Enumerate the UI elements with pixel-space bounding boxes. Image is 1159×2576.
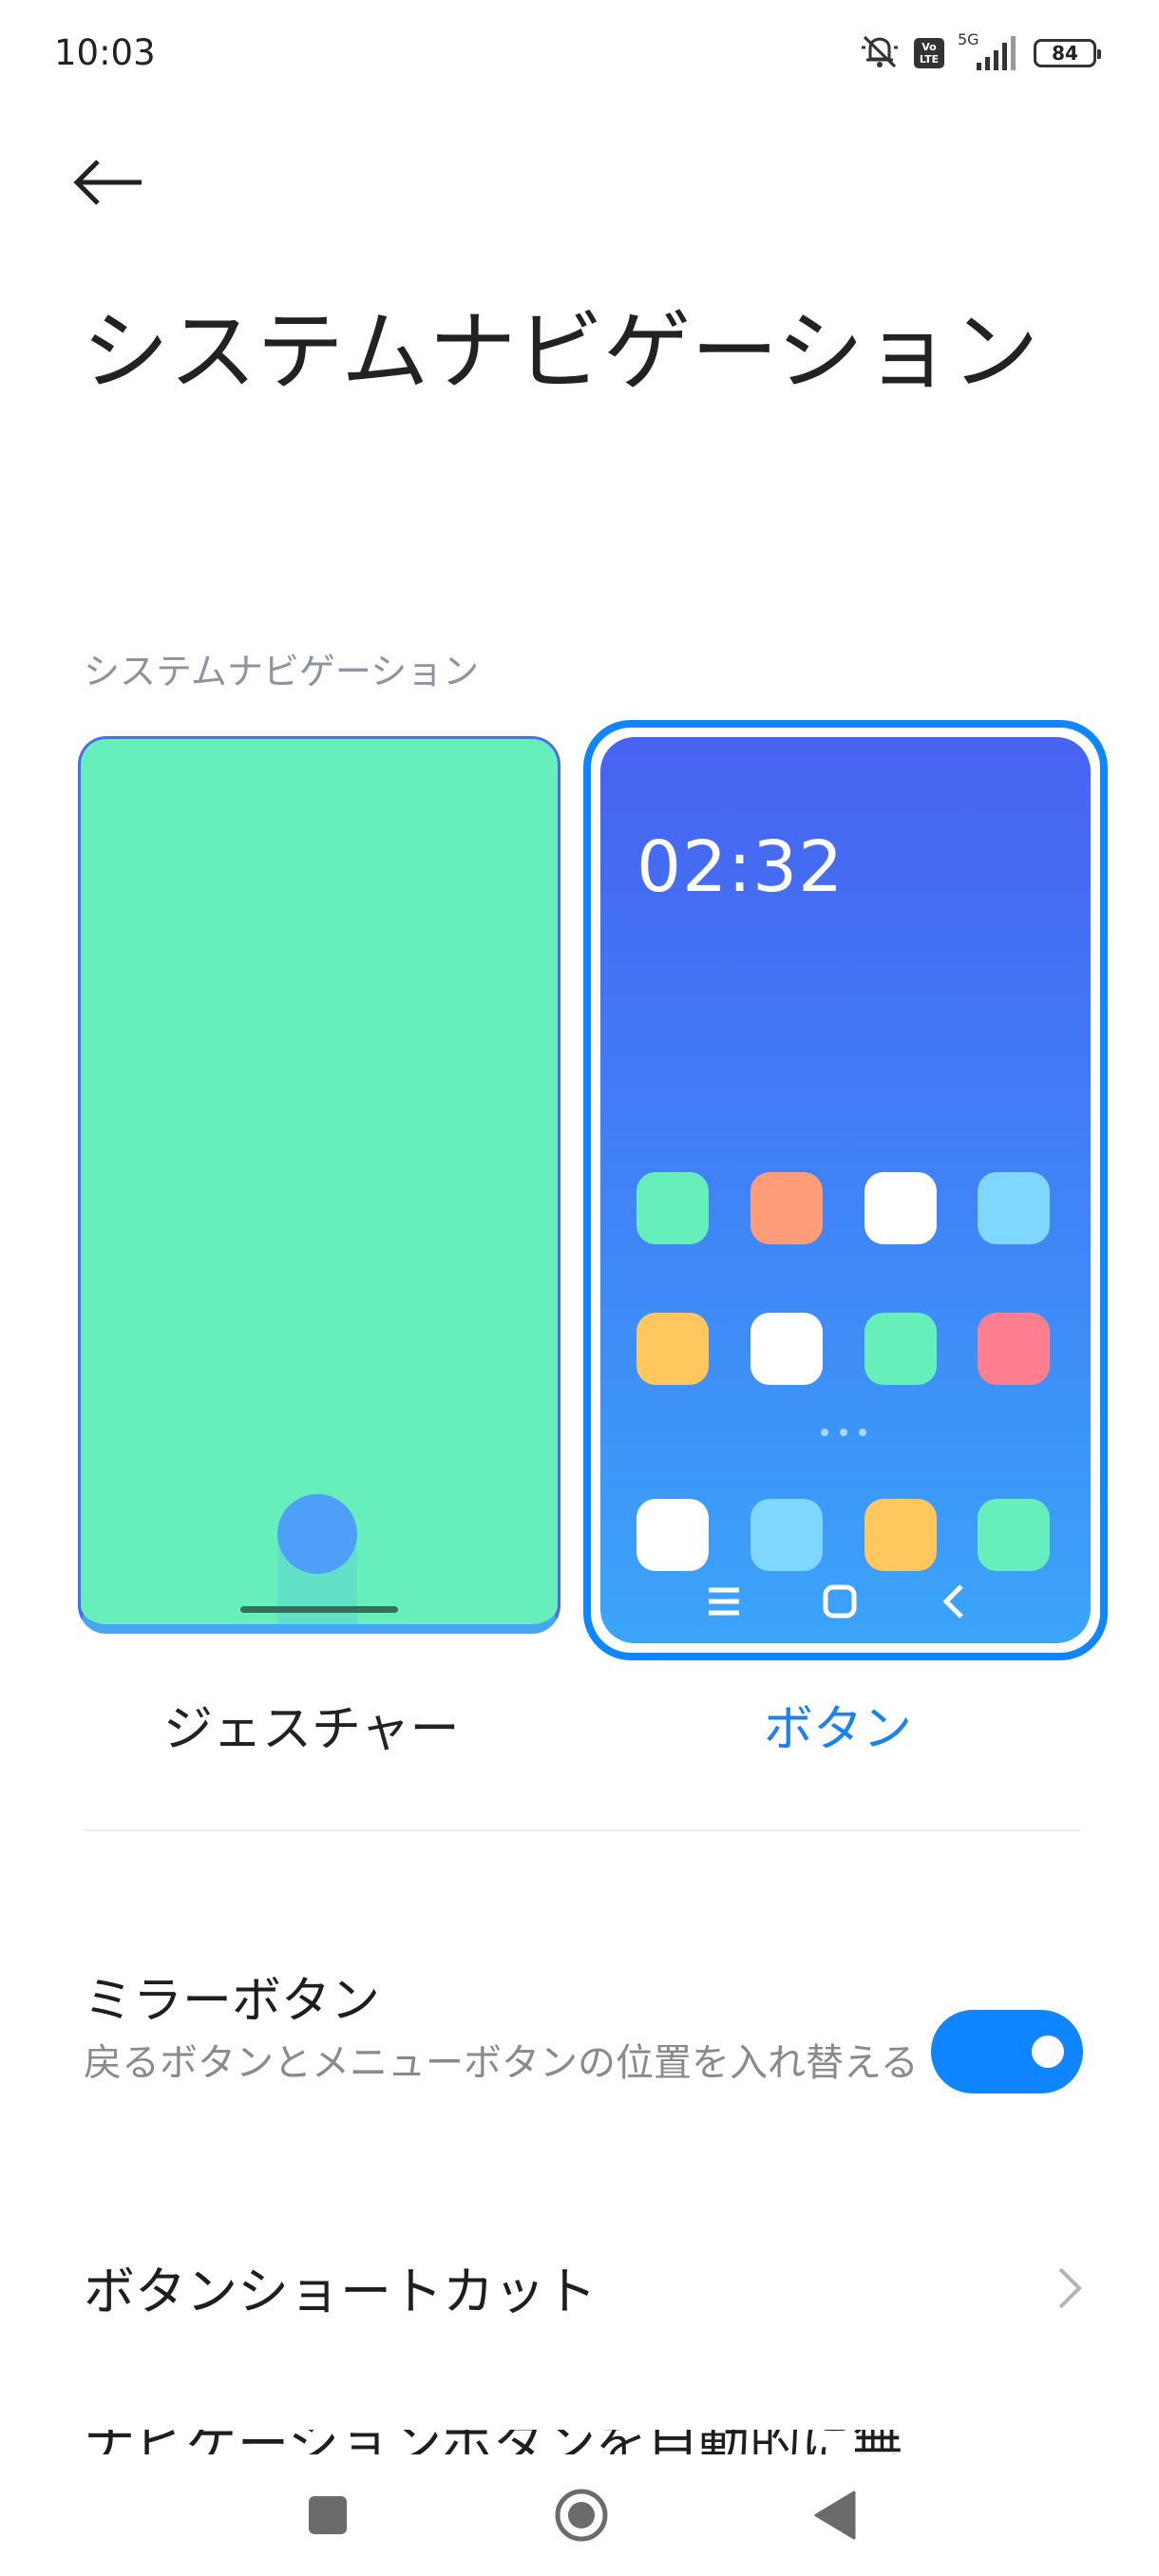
- buttons-preview-screen: 02:32: [600, 737, 1091, 1643]
- divider: [84, 1829, 1081, 1831]
- auto-hide-nav-buttons-label: ナビゲーションボタンを自動的に無: [84, 2430, 903, 2454]
- preview-app-icon: [864, 1499, 937, 1571]
- home-icon: [823, 1584, 857, 1619]
- button-shortcut-label: ボタンショートカット: [84, 2262, 597, 2321]
- section-label: システムナビゲーション: [84, 651, 480, 692]
- back-nav-icon: [942, 1584, 963, 1619]
- chevron-right-icon: [1058, 2267, 1082, 2309]
- preview-app-icon: [978, 1172, 1050, 1244]
- gesture-touch-indicator: [277, 1494, 357, 1574]
- status-icons: Vo LTE 5G 84: [859, 30, 1101, 74]
- gesture-option-label[interactable]: ジェスチャー: [163, 1689, 459, 1760]
- preview-app-icon: [750, 1172, 823, 1244]
- gesture-option-card[interactable]: [78, 736, 560, 1634]
- signal-icon: 5G: [958, 30, 1020, 72]
- mirror-buttons-description: 戻るボタンとメニューボタンの位置を入れ替える: [84, 2041, 919, 2085]
- page-indicator-dot: [840, 1429, 847, 1436]
- preview-app-icon: [750, 1313, 823, 1385]
- system-navigation-bar: [0, 2454, 1159, 2576]
- page-title: システムナビゲーション: [82, 301, 1039, 403]
- mirror-buttons-toggle[interactable]: [931, 2010, 1083, 2093]
- preview-app-icon: [978, 1499, 1050, 1571]
- volte-icon: Vo LTE: [914, 38, 944, 68]
- preview-app-icon: [750, 1499, 823, 1571]
- mirror-buttons-title: ミラーボタン: [84, 1973, 381, 2030]
- back-button[interactable]: [68, 142, 148, 222]
- recents-square-icon[interactable]: [307, 2494, 349, 2536]
- preview-clock: 02:32: [636, 826, 845, 908]
- preview-app-icon: [864, 1172, 937, 1244]
- battery-icon: 84: [1034, 39, 1101, 67]
- button-shortcut-row[interactable]: ボタンショートカット: [0, 2242, 1159, 2337]
- arrow-left-icon: [73, 160, 142, 205]
- buttons-option-card[interactable]: 02:32: [583, 720, 1108, 1660]
- page-indicator-dot: [859, 1429, 866, 1436]
- back-triangle-icon[interactable]: [812, 2491, 856, 2540]
- preview-app-icon: [636, 1313, 709, 1385]
- gesture-home-bar: [240, 1606, 398, 1613]
- preview-app-icon: [978, 1313, 1050, 1385]
- page-indicator-dot: [821, 1429, 828, 1436]
- auto-hide-nav-buttons-row[interactable]: ナビゲーションボタンを自動的に無: [84, 2430, 1129, 2454]
- silent-icon: [859, 32, 901, 74]
- toggle-knob: [1032, 2036, 1064, 2068]
- preview-app-icon: [864, 1313, 937, 1385]
- preview-app-icon: [636, 1499, 709, 1571]
- preview-app-icon: [636, 1172, 709, 1244]
- status-time: 10:03: [54, 32, 156, 73]
- buttons-option-label[interactable]: ボタン: [764, 1689, 912, 1760]
- menu-icon: [709, 1587, 739, 1616]
- home-circle-icon[interactable]: [553, 2487, 610, 2544]
